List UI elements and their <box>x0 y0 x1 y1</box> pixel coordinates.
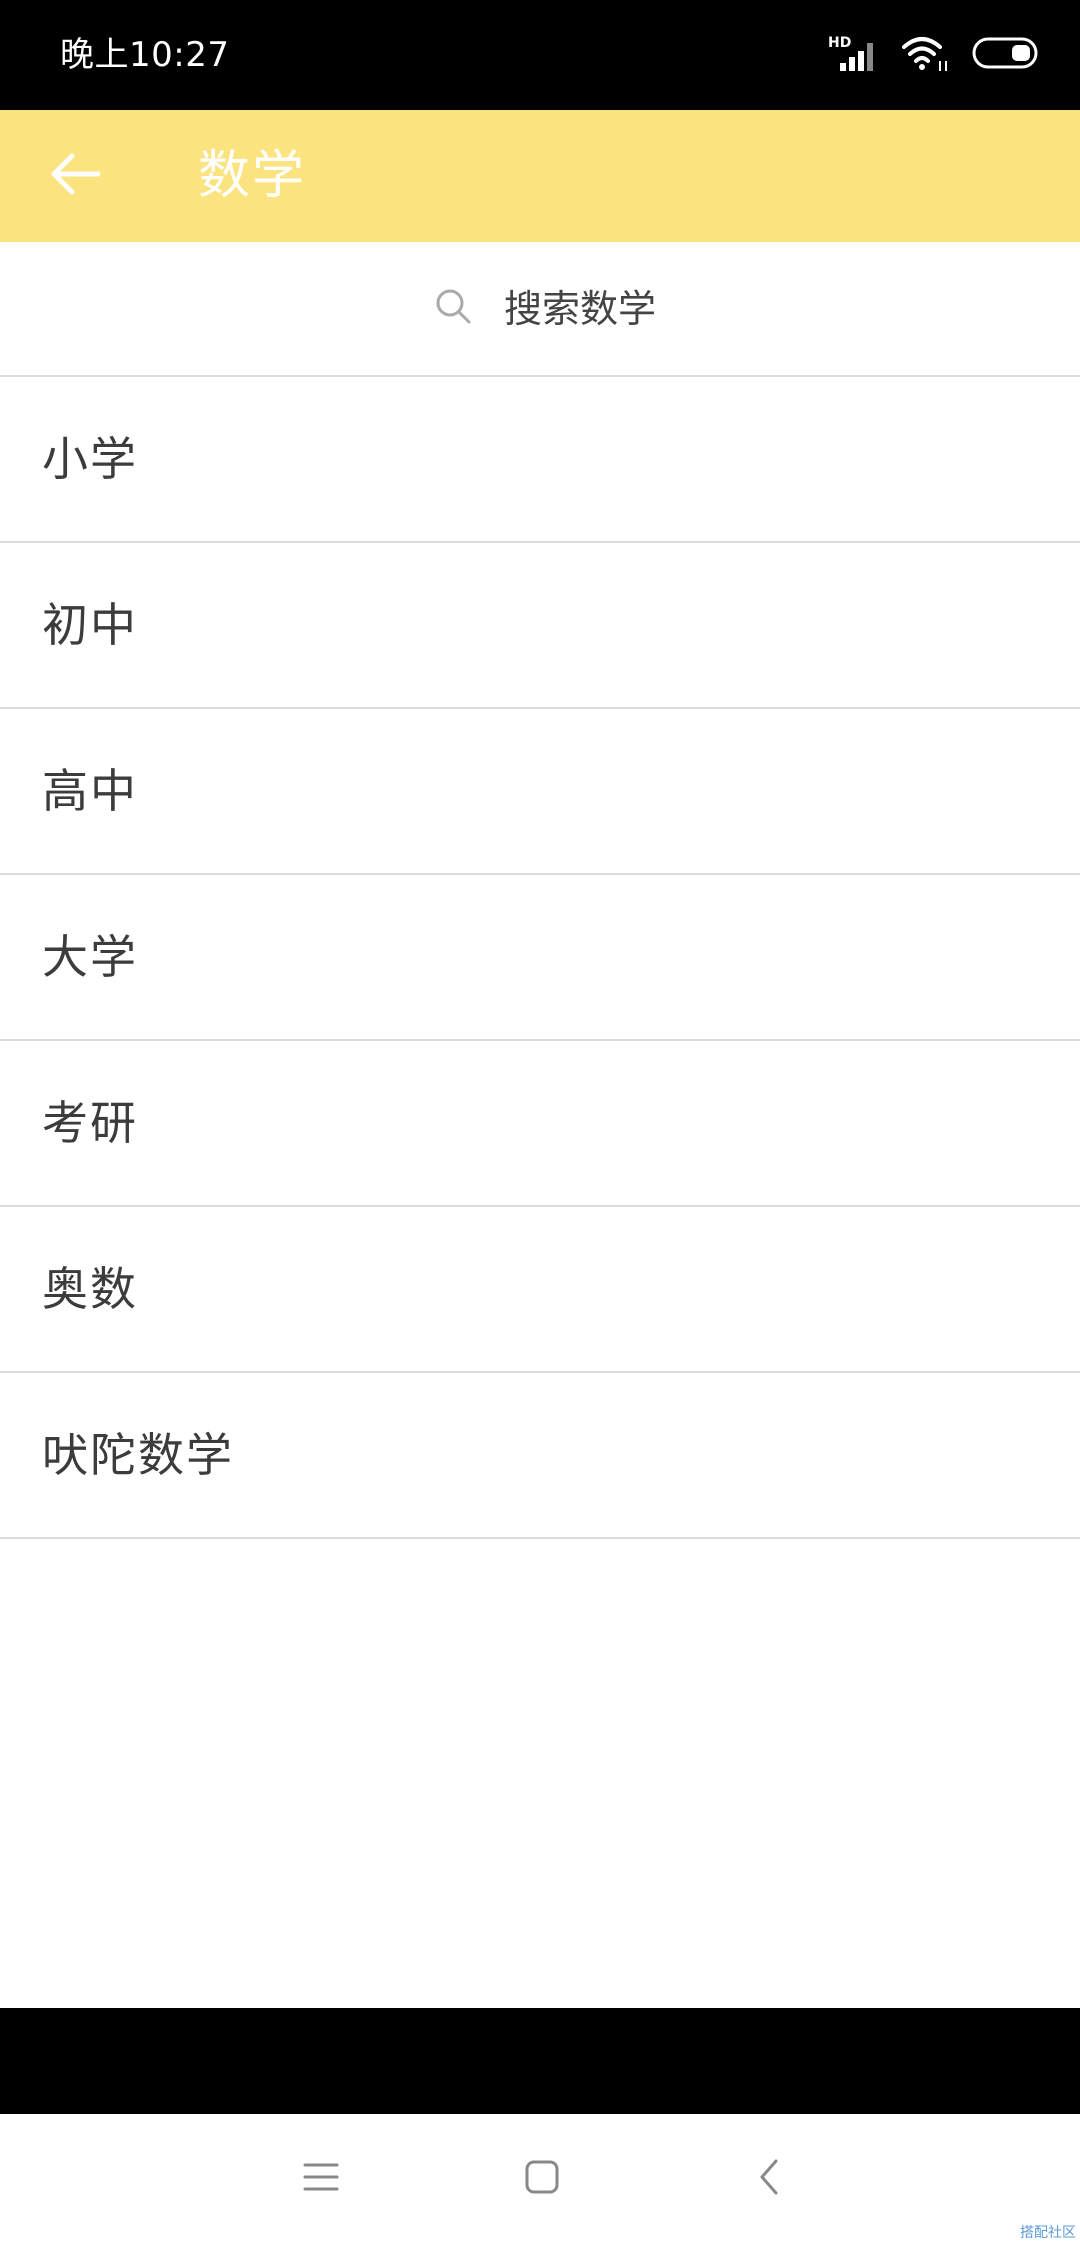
status-bar: 晚上10:27 HD <box>0 0 1080 110</box>
list-item[interactable]: 奥数 <box>0 1207 1080 1373</box>
system-back-button[interactable] <box>740 2149 800 2209</box>
list-item-label: 小学 <box>42 432 138 486</box>
black-band <box>0 2008 1080 2114</box>
list-item[interactable]: 小学 <box>0 377 1080 543</box>
navigation-bar <box>0 2114 1080 2244</box>
back-icon <box>750 2157 790 2201</box>
search-placeholder: 搜索数学 <box>503 286 656 331</box>
list-item-label: 奥数 <box>42 1262 138 1316</box>
arrow-left-icon <box>50 152 102 200</box>
status-icons: HD <box>828 28 1040 78</box>
menu-icon <box>301 2159 341 2199</box>
list-item-label: 考研 <box>42 1096 138 1150</box>
list-item-label: 大学 <box>42 930 138 984</box>
category-list: 小学 初中 高中 大学 考研 奥数 吠陀数学 <box>0 377 1080 1539</box>
page-title: 数学 <box>198 146 307 206</box>
search-icon <box>434 287 474 331</box>
wifi-icon <box>900 33 950 73</box>
list-item[interactable]: 考研 <box>0 1041 1080 1207</box>
list-item[interactable]: 大学 <box>0 875 1080 1041</box>
list-item-label: 初中 <box>42 598 138 652</box>
recent-apps-button[interactable] <box>291 2149 351 2209</box>
search-bar[interactable]: 搜索数学 <box>0 242 1080 377</box>
status-time: 晚上10:27 <box>60 35 230 75</box>
list-item-label: 吠陀数学 <box>42 1428 234 1482</box>
app-bar: 数学 <box>0 110 1080 242</box>
home-icon <box>522 2157 562 2201</box>
battery-icon <box>972 36 1040 70</box>
signal-icon: HD <box>828 33 878 73</box>
network-type-label: HD <box>828 35 851 51</box>
list-item[interactable]: 初中 <box>0 543 1080 709</box>
list-item-label: 高中 <box>42 764 138 818</box>
back-button[interactable] <box>40 140 112 212</box>
list-item[interactable]: 吠陀数学 <box>0 1373 1080 1539</box>
list-item[interactable]: 高中 <box>0 709 1080 875</box>
home-button[interactable] <box>512 2149 572 2209</box>
watermark: 搭配社区 <box>1020 2225 1076 2241</box>
search-inner: 搜索数学 <box>434 284 656 334</box>
